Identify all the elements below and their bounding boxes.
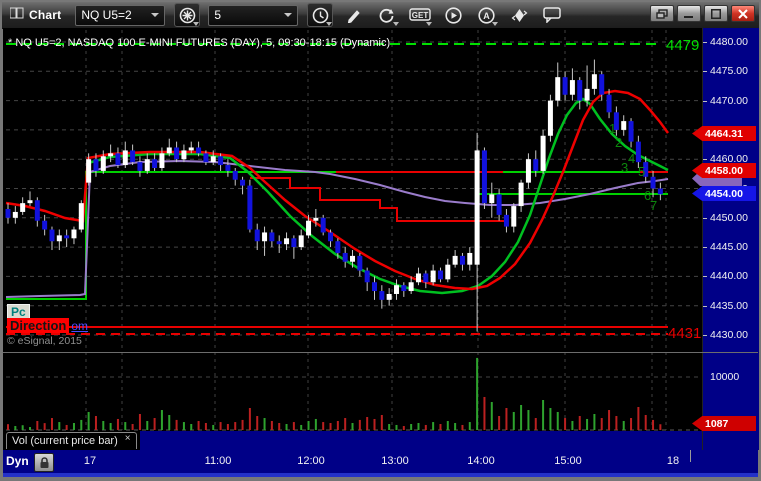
chevron-down-icon bbox=[326, 22, 333, 26]
axis-tick-mark bbox=[703, 247, 707, 249]
window-title-bar[interactable]: Chart NQ U5=2 5 GET A bbox=[2, 2, 759, 29]
window-bottom-strip bbox=[3, 473, 758, 477]
svg-text:A: A bbox=[483, 11, 490, 21]
dynamic-mode-label[interactable]: Dyn bbox=[6, 454, 29, 468]
chart-header: * NQ U5=2, NASDAQ 100 E-MINI FUTURES (DA… bbox=[8, 37, 391, 49]
price-tick-label: 4475.00 bbox=[710, 65, 748, 78]
time-tick-label: 11:00 bbox=[204, 455, 232, 467]
chevron-down-icon bbox=[492, 22, 499, 26]
pencil-icon[interactable] bbox=[342, 4, 366, 26]
symbol-search-icon[interactable] bbox=[174, 3, 201, 27]
axis-tick-mark bbox=[703, 335, 707, 336]
price-tag: 4464.31 bbox=[692, 126, 756, 141]
pane-divider[interactable] bbox=[3, 352, 758, 353]
interval-dropdown[interactable]: 5 bbox=[208, 4, 299, 26]
clock-icon[interactable] bbox=[307, 3, 334, 27]
window-title: Chart bbox=[29, 8, 62, 22]
minimize-icon[interactable] bbox=[677, 5, 701, 22]
symbol-dropdown[interactable]: NQ U5=2 bbox=[75, 4, 166, 26]
chart-value-label: 3 bbox=[621, 160, 628, 175]
refresh-icon[interactable] bbox=[375, 4, 400, 26]
maximize-icon[interactable] bbox=[704, 5, 728, 22]
get-icon[interactable]: GET bbox=[408, 4, 433, 26]
chart-labels: 447944311243 567 bbox=[609, 37, 701, 342]
time-tick-label: 17 bbox=[83, 455, 97, 467]
price-tag: 4458.00 bbox=[692, 163, 756, 178]
price-tick-label: 4445.00 bbox=[710, 241, 748, 254]
price-tick-label: 4480.00 bbox=[710, 36, 748, 48]
play-icon[interactable] bbox=[441, 4, 465, 26]
lock-icon[interactable] bbox=[34, 453, 54, 472]
axis-tick-mark bbox=[703, 217, 707, 219]
axis-tick-mark bbox=[703, 100, 707, 102]
chart-value-label: 4431 bbox=[668, 325, 701, 342]
axis-tick-mark bbox=[703, 159, 707, 161]
tab-zone: Vol (current price bar) × bbox=[3, 431, 140, 450]
brush-icon[interactable] bbox=[507, 4, 531, 26]
chart-value-label: 5 bbox=[638, 164, 645, 179]
price-tick-label: 4450.00 bbox=[710, 211, 748, 224]
time-tick-label: 12:00 bbox=[297, 455, 325, 467]
volume-bars bbox=[7, 357, 662, 430]
volume-tick-label: 10000 bbox=[710, 371, 740, 383]
time-tick-label: 15:00 bbox=[554, 455, 582, 467]
chart-value-label: 7 bbox=[650, 198, 657, 213]
axis-tick-mark bbox=[703, 305, 707, 307]
symbol-value: NQ U5=2 bbox=[81, 8, 132, 22]
price-tag: 1087 bbox=[692, 416, 756, 431]
chart-value-label: 2 bbox=[615, 135, 622, 150]
copyright-text: © eSignal, 2015 bbox=[7, 335, 82, 347]
time-tick-label: 13:00 bbox=[381, 455, 409, 467]
price-tick-label: 4470.00 bbox=[710, 94, 748, 107]
get-label: GET bbox=[412, 11, 429, 20]
restore-icon[interactable] bbox=[650, 5, 674, 22]
close-icon[interactable] bbox=[731, 5, 755, 22]
chart-pane-icon bbox=[9, 6, 24, 24]
auto-circle-a-icon[interactable]: A bbox=[474, 4, 499, 26]
price-tick-label: 4440.00 bbox=[710, 270, 748, 283]
price-tick-label: 4435.00 bbox=[710, 299, 748, 312]
direction-indicator-label[interactable]: Direction bbox=[7, 318, 70, 333]
chevron-down-icon bbox=[284, 13, 293, 17]
time-tick-label: 18 bbox=[666, 455, 680, 467]
note-icon[interactable] bbox=[540, 4, 564, 26]
tab-close-icon[interactable]: × bbox=[125, 433, 131, 444]
price-chart-canvas[interactable]: 447944311243 567 bbox=[0, 28, 702, 431]
time-tick-label: 14:00 bbox=[467, 455, 495, 467]
axis-tick-mark bbox=[703, 42, 707, 43]
chevron-down-icon bbox=[151, 13, 160, 17]
price-tag: 4454.00 bbox=[692, 186, 756, 201]
price-tick-label: 4430.00 bbox=[710, 329, 748, 341]
chart-value-label: 4 bbox=[628, 151, 635, 166]
interval-value: 5 bbox=[214, 8, 222, 22]
time-axis-bar[interactable]: Dyn 17 11:00 12:00 13:00 14:00 15:00 18 bbox=[3, 450, 758, 473]
chart-value-label: 4479 bbox=[666, 37, 699, 54]
chevron-down-icon bbox=[426, 22, 433, 26]
tab-label: Vol (current price bar) bbox=[12, 435, 118, 447]
chart-value-label: 1 bbox=[609, 121, 616, 136]
chart-window: Chart NQ U5=2 5 GET A 4479 4431 1 2 4 3 … bbox=[0, 0, 761, 481]
tab-volume-study[interactable]: Vol (current price bar) × bbox=[6, 432, 137, 449]
chevron-down-icon bbox=[393, 22, 400, 26]
axis-tick-mark bbox=[703, 71, 707, 73]
chevron-down-icon bbox=[193, 22, 200, 26]
axis-tick-mark bbox=[703, 276, 707, 278]
tab-row: Vol (current price bar) × bbox=[3, 431, 702, 450]
axis-corner-divider bbox=[690, 450, 691, 462]
price-axis[interactable]: 4480.004475.004470.004465.004460.004455.… bbox=[692, 28, 759, 450]
direction-link[interactable]: om bbox=[71, 319, 88, 333]
gridlines bbox=[6, 30, 700, 431]
ma-red bbox=[5, 89, 670, 291]
